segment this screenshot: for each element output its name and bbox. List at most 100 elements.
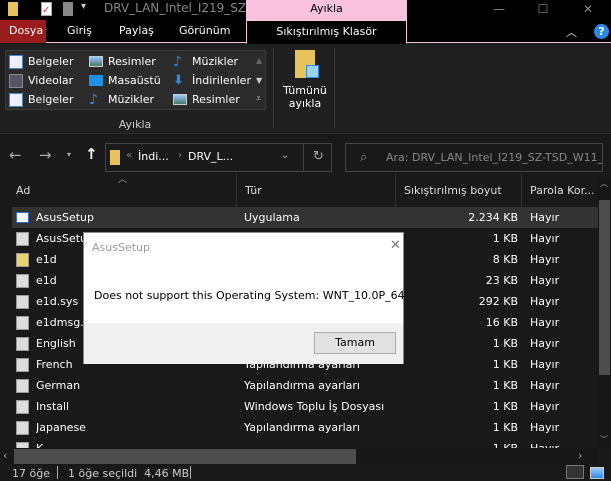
- column-header-compressed-size[interactable]: Sıkıştırılmış boyut: [396, 174, 522, 208]
- column-header-password[interactable]: Parola Kor...: [522, 174, 598, 208]
- close-button[interactable]: ✕: [565, 0, 611, 20]
- music-icon: ♪: [89, 91, 98, 108]
- gallery-item-muzikler-2[interactable]: ♪ Müzikler: [89, 90, 173, 109]
- file-password-protected: Hayır: [530, 358, 560, 371]
- breadcrumb-item[interactable]: İndi...: [138, 150, 169, 163]
- dialog-title: AsusSetup: [92, 241, 150, 254]
- picture-icon: [89, 56, 103, 67]
- file-name: AsusSetup: [36, 211, 94, 224]
- vertical-scroll-thumb[interactable]: [599, 200, 610, 375]
- recent-locations-dropdown[interactable]: ▾: [67, 150, 71, 159]
- ribbon: Belgeler Resimler ♪ Müzikler Videolar Mas…: [0, 44, 611, 134]
- file-row[interactable]: Japanese Yapılandırma ayarları 1 KB Hayır: [12, 417, 598, 438]
- file-name: Japanese: [36, 421, 86, 434]
- file-row[interactable]: K 1 KB Hayır: [12, 438, 598, 448]
- gallery-item-videolar[interactable]: Videolar: [9, 71, 89, 90]
- file-password-protected: Hayır: [530, 421, 560, 434]
- error-dialog: AsusSetup ✕ Does not support this Operat…: [83, 232, 405, 364]
- file-compressed-size: 1 KB: [492, 232, 518, 245]
- tab-compressed-folder-tools[interactable]: Sıkıştırılmış Klasör Araçları: [246, 20, 407, 60]
- scroll-up-arrow[interactable]: ︿: [600, 178, 608, 189]
- details-view-button[interactable]: [566, 465, 584, 479]
- document-icon: [9, 54, 23, 69]
- gallery-item-belgeler-2[interactable]: Belgeler: [9, 90, 89, 109]
- file-name: K: [36, 438, 236, 448]
- gallery-item-muzikler[interactable]: ♪ Müzikler: [173, 52, 263, 71]
- file-row[interactable]: AsusSetup Uygulama 2.234 KB Hayır: [12, 207, 598, 228]
- address-bar[interactable]: « İndi... › DRV_L... ⌄ ↻: [105, 143, 332, 172]
- minimize-button[interactable]: —: [476, 0, 522, 20]
- file-password-protected: Hayır: [530, 211, 560, 224]
- tab-paylas[interactable]: Paylaş: [110, 20, 163, 43]
- column-header-name[interactable]: Ad: [8, 174, 237, 208]
- gallery-item-resimler[interactable]: Resimler: [89, 52, 173, 71]
- file-name: Install: [36, 400, 70, 413]
- config-file-icon: [16, 274, 29, 288]
- tab-giris[interactable]: Giriş: [58, 20, 101, 43]
- forward-button[interactable]: →: [39, 146, 52, 164]
- large-icons-view-button[interactable]: [590, 467, 604, 479]
- breadcrumb-item[interactable]: DRV_L...: [188, 150, 233, 163]
- search-input[interactable]: ⌕ Ara: DRV_LAN_Intel_I219_SZ-TSD_W11_...: [345, 143, 603, 172]
- video-icon: [9, 73, 23, 88]
- collapse-ribbon-icon[interactable]: ︿: [566, 24, 577, 40]
- gallery-item-indirilenler[interactable]: ⬇ İndirilenler: [173, 71, 263, 90]
- config-file-icon: [16, 358, 29, 372]
- file-row[interactable]: German Yapılandırma ayarları 1 KB Hayır: [12, 375, 598, 396]
- column-header-type[interactable]: Tür: [237, 174, 396, 208]
- tab-gorunum[interactable]: Görünüm: [170, 20, 239, 43]
- gallery-item-belgeler[interactable]: Belgeler: [9, 52, 89, 71]
- back-button[interactable]: ←: [9, 146, 22, 164]
- gallery-item-masaustu[interactable]: Masaüstü: [89, 71, 173, 90]
- file-compressed-size: 23 KB: [485, 274, 518, 287]
- file-name: German: [36, 379, 81, 392]
- dialog-close-button[interactable]: ✕: [390, 238, 401, 253]
- config-file-icon: [16, 379, 29, 393]
- config-file-icon: [16, 421, 29, 435]
- music-icon: ♪: [173, 53, 182, 70]
- file-type: Yapılandırma ayarları: [244, 421, 360, 434]
- address-dropdown-icon[interactable]: ⌄: [281, 150, 289, 161]
- gallery-item-resimler-2[interactable]: Resimler: [173, 90, 263, 109]
- new-folder-icon[interactable]: [63, 2, 73, 16]
- dialog-message: Does not support this Operating System: …: [94, 289, 405, 302]
- scroll-down-arrow[interactable]: ﹀: [600, 434, 608, 445]
- config-file-icon: [16, 232, 29, 246]
- search-icon: ⌕: [360, 150, 368, 165]
- config-file-icon: [16, 337, 29, 351]
- scroll-right-arrow[interactable]: ›: [578, 449, 582, 462]
- horizontal-scrollbar[interactable]: ‹ ›: [0, 448, 598, 465]
- zip-folder-icon: [110, 150, 120, 165]
- quick-access-dropdown[interactable]: ▾: [81, 1, 86, 12]
- scroll-left-arrow[interactable]: ‹: [3, 449, 7, 462]
- horizontal-scroll-thumb[interactable]: [14, 449, 356, 464]
- gallery-scroll-up[interactable]: ▲: [256, 56, 262, 65]
- file-password-protected: Hayır: [530, 253, 560, 266]
- extract-all-button[interactable]: Tümünü ayıkla: [280, 48, 330, 124]
- tab-dosya[interactable]: Dosya: [0, 20, 46, 43]
- file-compressed-size: 1 KB: [492, 400, 518, 413]
- file-password-protected: Hayır: [530, 438, 590, 448]
- ok-button[interactable]: Tamam: [314, 332, 396, 354]
- gallery-scroll-down[interactable]: ▼: [256, 76, 262, 85]
- gallery-expand[interactable]: ⩡: [256, 94, 261, 104]
- extract-to-gallery: Belgeler Resimler ♪ Müzikler Videolar Mas…: [5, 50, 266, 110]
- breadcrumb-separator-icon: ›: [178, 150, 182, 161]
- refresh-icon[interactable]: ↻: [313, 149, 324, 164]
- zip-extract-icon: [295, 50, 319, 78]
- navigation-bar: ← → ▾ ↑ « İndi... › DRV_L... ⌄ ↻ ⌕ Ara: …: [0, 140, 611, 174]
- dialog-footer: Tamam: [84, 323, 403, 364]
- properties-icon[interactable]: ✓: [41, 2, 52, 16]
- file-row[interactable]: Install Windows Toplu İş Dosyası 1 KB Hayır: [12, 396, 598, 417]
- catalog-icon: [16, 253, 29, 267]
- application-icon: [16, 212, 29, 223]
- up-button[interactable]: ↑: [85, 145, 98, 163]
- file-password-protected: Hayır: [530, 379, 560, 392]
- help-icon[interactable]: ?: [594, 24, 609, 39]
- file-type: Uygulama: [244, 211, 300, 224]
- file-compressed-size: 16 KB: [485, 316, 518, 329]
- maximize-button[interactable]: ☐: [520, 0, 566, 20]
- vertical-scrollbar[interactable]: ︿ ﹀: [598, 178, 611, 448]
- document-icon: [9, 92, 23, 107]
- file-type: Yapılandırma ayarları: [244, 379, 360, 392]
